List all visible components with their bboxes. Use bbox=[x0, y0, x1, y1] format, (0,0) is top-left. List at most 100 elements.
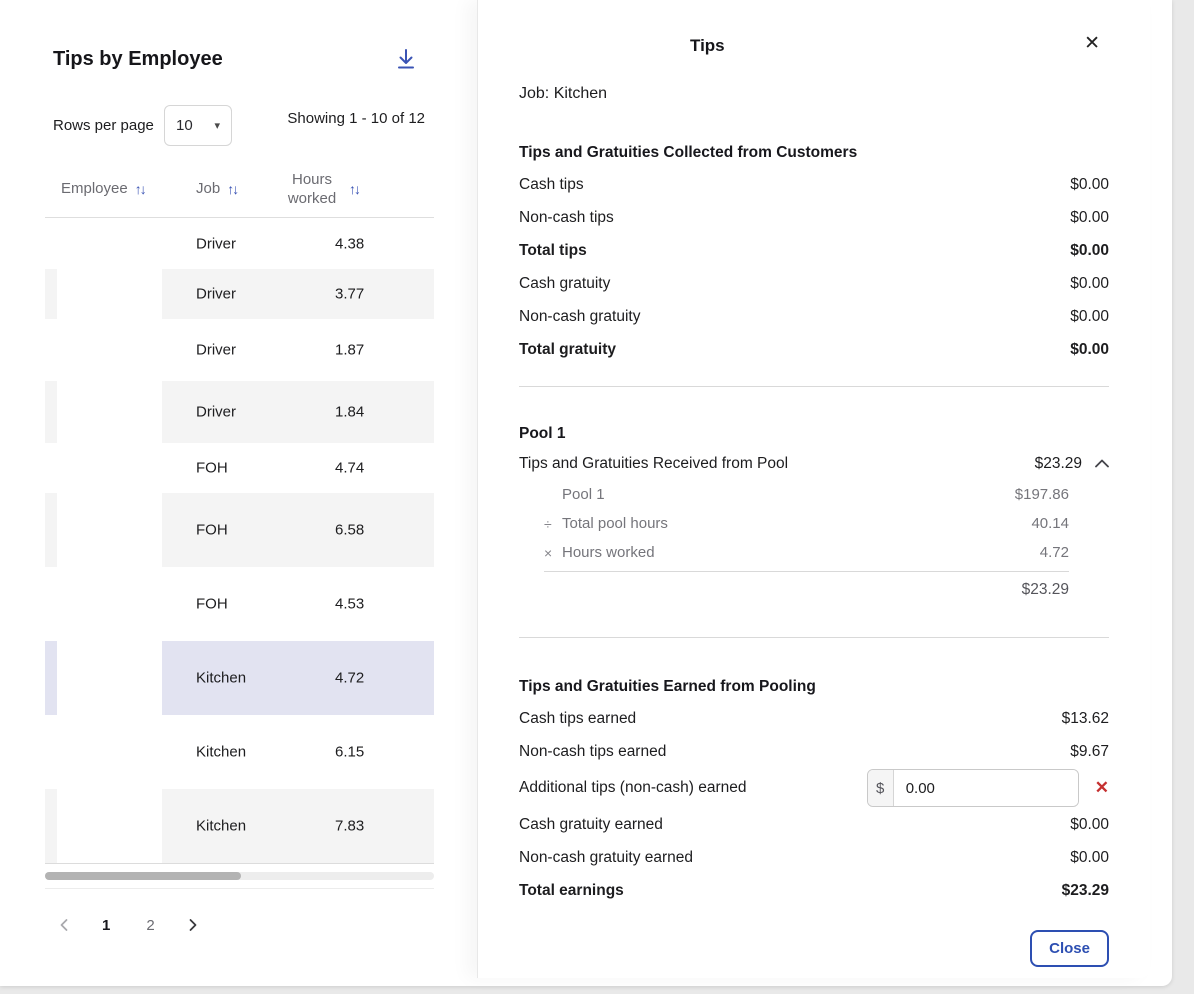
employee-cell bbox=[57, 493, 162, 567]
chevron-up-icon bbox=[1095, 459, 1109, 468]
table-row[interactable]: FOH 4.53 bbox=[45, 567, 434, 641]
employee-cell bbox=[57, 443, 162, 493]
tips-drawer: Tips ✕ Job: Kitchen Tips and Gratuities … bbox=[477, 0, 1150, 978]
row-value: $13.62 bbox=[1062, 710, 1109, 728]
breakdown-row-hours-worked: × Hours worked 4.72 bbox=[544, 538, 1069, 567]
employee-cell bbox=[57, 641, 162, 715]
row-label: Hours worked bbox=[562, 544, 655, 561]
job-cell: Driver bbox=[196, 342, 236, 359]
tips-by-employee-panel: Tips by Employee Rows per page 10 ▾ Show… bbox=[0, 0, 477, 986]
page-button-2[interactable]: 2 bbox=[142, 915, 158, 936]
employee-cell bbox=[57, 789, 162, 863]
table-row[interactable]: Kitchen 6.15 bbox=[45, 715, 434, 789]
multiply-icon: × bbox=[544, 545, 562, 561]
row-label: Cash tips earned bbox=[519, 710, 636, 728]
drawer-body: Job: Kitchen Tips and Gratuities Collect… bbox=[478, 0, 1150, 978]
job-cell: Kitchen bbox=[196, 670, 246, 687]
fin-row-total-tips: Total tips $0.00 bbox=[519, 234, 1109, 267]
divide-icon: ÷ bbox=[544, 516, 562, 532]
rows-per-page-select[interactable]: 10 ▾ bbox=[164, 105, 232, 146]
table-row[interactable]: FOH 6.58 bbox=[45, 493, 434, 567]
employee-cell bbox=[57, 715, 162, 789]
collapse-breakdown-button[interactable] bbox=[1095, 459, 1109, 468]
table-row[interactable]: Driver 1.87 bbox=[45, 319, 434, 381]
page-title: Tips by Employee bbox=[53, 48, 223, 71]
sort-icon[interactable]: ↑↓ bbox=[135, 181, 145, 197]
hours-cell: 1.87 bbox=[335, 342, 364, 359]
received-from-pool-row: Tips and Gratuities Received from Pool $… bbox=[519, 447, 1109, 480]
table-header: Employee ↑↓ Job ↑↓ Hours worked ↑↓ bbox=[45, 160, 434, 218]
row-label: Total tips bbox=[519, 242, 587, 260]
sort-icon[interactable]: ↑↓ bbox=[227, 181, 237, 197]
table-row[interactable]: FOH 4.74 bbox=[45, 443, 434, 493]
main-card: Tips by Employee Rows per page 10 ▾ Show… bbox=[0, 0, 1172, 986]
hours-cell: 7.83 bbox=[335, 818, 364, 835]
clear-icon[interactable]: ✕ bbox=[1095, 778, 1109, 798]
previous-page-button[interactable] bbox=[58, 918, 70, 932]
row-label: Cash gratuity earned bbox=[519, 816, 663, 834]
hours-cell: 4.72 bbox=[335, 670, 364, 687]
row-value: $23.29 bbox=[1062, 882, 1109, 900]
download-button[interactable] bbox=[392, 46, 420, 74]
collected-rows: Cash tips $0.00 Non-cash tips $0.00 Tota… bbox=[519, 168, 1109, 366]
additional-tips-input[interactable] bbox=[894, 770, 1078, 806]
job-cell: Driver bbox=[196, 236, 236, 253]
row-value: 40.14 bbox=[1031, 515, 1069, 532]
row-value: $0.00 bbox=[1070, 176, 1109, 194]
fin-row-cash-gratuity-earned: Cash gratuity earned $0.00 bbox=[519, 808, 1109, 841]
earned-section-heading: Tips and Gratuities Earned from Pooling bbox=[519, 678, 1109, 696]
hours-cell: 4.53 bbox=[335, 596, 364, 613]
table-row[interactable]: Driver 4.38 bbox=[45, 219, 434, 269]
breakdown-row-pool-hours: ÷ Total pool hours 40.14 bbox=[544, 509, 1069, 538]
fin-row-total-earnings: Total earnings $23.29 bbox=[519, 874, 1109, 907]
hours-cell: 6.58 bbox=[335, 522, 364, 539]
pool-section-heading: Pool 1 bbox=[519, 425, 1109, 443]
fin-row-noncash-gratuity-earned: Non-cash gratuity earned $0.00 bbox=[519, 841, 1109, 874]
page-button-1[interactable]: 1 bbox=[98, 915, 114, 936]
pool-breakdown: Pool 1 $197.86 ÷ Total pool hours 40.14 … bbox=[544, 480, 1069, 599]
chevron-down-icon: ▾ bbox=[214, 119, 220, 132]
row-label: Non-cash gratuity bbox=[519, 308, 640, 326]
fin-row-additional-tips: Additional tips (non-cash) earned $ ✕ bbox=[519, 768, 1109, 808]
row-value: $0.00 bbox=[1070, 849, 1109, 867]
horizontal-scrollbar[interactable] bbox=[45, 872, 434, 880]
table-row[interactable]: Driver 3.77 bbox=[45, 269, 434, 319]
earned-rows: Cash tips earned $13.62 Non-cash tips ea… bbox=[519, 702, 1109, 907]
column-header-hours-worked: Hours worked ↑↓ bbox=[282, 170, 359, 208]
row-label: Additional tips (non-cash) earned bbox=[519, 779, 746, 797]
section-divider bbox=[519, 637, 1109, 638]
sort-icon[interactable]: ↑↓ bbox=[349, 181, 359, 197]
employee-cell bbox=[57, 219, 162, 269]
row-value: $23.29 bbox=[1035, 455, 1082, 473]
row-label: Cash tips bbox=[519, 176, 584, 194]
job-cell: Driver bbox=[196, 404, 236, 421]
row-value: $197.86 bbox=[1015, 486, 1069, 503]
currency-prefix: $ bbox=[868, 770, 894, 806]
employee-cell bbox=[57, 567, 162, 641]
table-row[interactable]: Driver 1.84 bbox=[45, 381, 434, 443]
column-label: Employee bbox=[61, 180, 128, 197]
table-row-selected[interactable]: Kitchen 4.72 bbox=[45, 641, 434, 715]
rows-per-page-value: 10 bbox=[176, 117, 193, 134]
scrollbar-thumb[interactable] bbox=[45, 872, 241, 880]
hours-cell: 6.15 bbox=[335, 744, 364, 761]
hours-cell: 4.74 bbox=[335, 460, 364, 477]
additional-tips-input-group: $ bbox=[867, 769, 1079, 807]
fin-row-total-gratuity: Total gratuity $0.00 bbox=[519, 333, 1109, 366]
fin-row-noncash-tips: Non-cash tips $0.00 bbox=[519, 201, 1109, 234]
table-row[interactable]: Kitchen 7.83 bbox=[45, 789, 434, 863]
employee-cell bbox=[57, 319, 162, 381]
row-value: $0.00 bbox=[1070, 209, 1109, 227]
hours-cell: 1.84 bbox=[335, 404, 364, 421]
breakdown-total: $23.29 bbox=[544, 572, 1069, 599]
row-label: Pool 1 bbox=[562, 486, 605, 503]
download-icon bbox=[394, 47, 418, 71]
fin-row-cash-tips-earned: Cash tips earned $13.62 bbox=[519, 702, 1109, 735]
table-bottom-divider bbox=[45, 888, 434, 889]
row-value: $0.00 bbox=[1070, 816, 1109, 834]
close-button[interactable]: Close bbox=[1030, 930, 1109, 967]
row-label: Cash gratuity bbox=[519, 275, 610, 293]
chevron-left-icon bbox=[58, 918, 70, 932]
hours-cell: 4.38 bbox=[335, 236, 364, 253]
next-page-button[interactable] bbox=[187, 918, 199, 932]
